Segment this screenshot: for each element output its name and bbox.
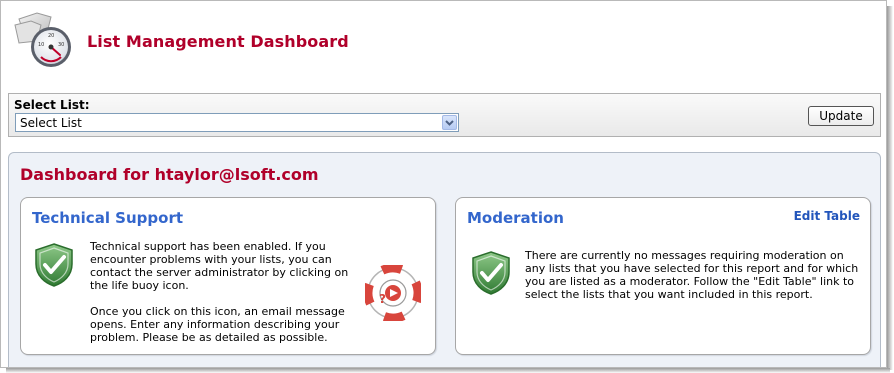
moderation-panel: Moderation Edit Table There are currentl… xyxy=(455,197,871,355)
svg-text:10: 10 xyxy=(38,42,44,48)
gauge-icon: 10 20 30 xyxy=(14,12,71,67)
moderation-title: Moderation xyxy=(467,209,564,227)
svg-text:30: 30 xyxy=(58,42,64,48)
technical-support-text: Technical support has been enabled. If y… xyxy=(90,240,362,357)
app-window: 10 20 30 List Management Dashboard Selec… xyxy=(0,0,887,368)
svg-text:?: ? xyxy=(379,292,386,306)
technical-support-title: Technical Support xyxy=(32,209,184,227)
select-list-value: Select List xyxy=(20,116,82,130)
chevron-down-icon[interactable] xyxy=(442,115,457,130)
green-shield-check-icon xyxy=(472,251,510,295)
dashboard-container: Dashboard for htaylor@lsoft.com Technica… xyxy=(8,152,881,367)
svg-text:20: 20 xyxy=(48,33,54,39)
edit-table-link[interactable]: Edit Table xyxy=(794,209,860,223)
page-header: 10 20 30 List Management Dashboard xyxy=(1,1,886,89)
update-button[interactable]: Update xyxy=(808,106,874,126)
window-shadow-right xyxy=(887,6,893,370)
page-title: List Management Dashboard xyxy=(87,32,349,51)
life-buoy-icon[interactable]: ? xyxy=(365,265,421,321)
green-shield-check-icon xyxy=(35,243,73,287)
moderation-text: There are currently no messages requirin… xyxy=(525,249,859,301)
select-list-bar: Select List: Select List Update xyxy=(8,93,881,137)
dashboard-title: Dashboard for htaylor@lsoft.com xyxy=(20,165,319,184)
select-list-dropdown[interactable]: Select List xyxy=(15,113,459,132)
technical-support-panel: Technical Support Technical support has … xyxy=(20,197,436,355)
technical-support-paragraph-1: Technical support has been enabled. If y… xyxy=(90,240,349,292)
technical-support-paragraph-2: Once you click on this icon, an email me… xyxy=(90,305,345,344)
select-list-label: Select List: xyxy=(14,98,90,112)
window-shadow-bottom xyxy=(6,368,890,373)
